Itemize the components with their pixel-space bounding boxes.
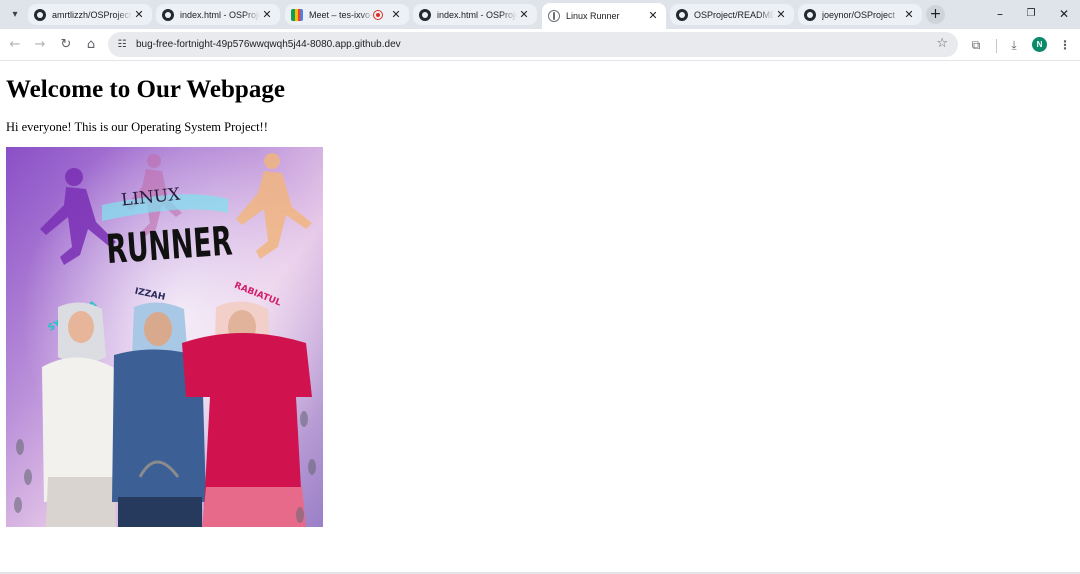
webpage-viewport: Welcome to Our Webpage Hi everyone! This… xyxy=(0,62,1080,573)
github-icon xyxy=(419,8,431,21)
extensions-puzzle-icon[interactable]: ⧉ xyxy=(967,36,985,54)
tab-index-html-2[interactable]: index.html - OSProje ✕ xyxy=(413,4,537,25)
globe-icon xyxy=(548,10,560,22)
close-icon[interactable]: ✕ xyxy=(517,8,531,22)
tab-title: index.html - OSProje xyxy=(437,9,517,20)
tab-title: joeynor/OSProject xyxy=(822,9,896,20)
address-bar[interactable]: ☷ bug-free-fortnight-49p576wwqwqh5j44-80… xyxy=(108,32,958,57)
window-close-icon[interactable]: ✕ xyxy=(1046,5,1080,23)
meet-icon xyxy=(291,8,303,21)
linux-runner-poster-image: LINUX RUNNER SYAZWINA IZZAH RABIATUL xyxy=(6,147,323,527)
home-icon[interactable]: ⌂ xyxy=(82,36,100,54)
close-icon[interactable]: ✕ xyxy=(260,8,274,22)
toolbar-divider xyxy=(996,39,997,53)
download-icon[interactable]: ⤓ xyxy=(1005,36,1023,54)
tab-joeynor-osproject[interactable]: joeynor/OSProject ✕ xyxy=(798,4,922,25)
address-url[interactable]: bug-free-fortnight-49p576wwqwqh5j44-8080… xyxy=(136,39,401,50)
tab-search-chevron-icon[interactable]: ▾ xyxy=(6,5,24,23)
site-info-tune-icon[interactable]: ☷ xyxy=(114,37,130,53)
tab-linux-runner[interactable]: Linux Runner ✕ xyxy=(542,3,666,29)
close-icon[interactable]: ✕ xyxy=(902,8,916,22)
github-icon xyxy=(162,8,174,21)
tab-index-html-1[interactable]: index.html - OSProje ✕ xyxy=(156,4,280,25)
tab-title: Meet – tes-ixvo- xyxy=(309,9,373,20)
github-icon xyxy=(676,8,688,21)
reload-icon[interactable]: ↻ xyxy=(57,36,75,54)
close-icon[interactable]: ✕ xyxy=(389,8,403,22)
forward-arrow-icon[interactable]: → xyxy=(31,36,49,54)
tab-title: amrtlizzh/OSProject xyxy=(52,9,132,20)
close-icon[interactable]: ✕ xyxy=(132,8,146,22)
bookmark-star-icon[interactable]: ☆ xyxy=(936,36,948,51)
back-arrow-icon[interactable]: ← xyxy=(6,36,24,54)
github-icon xyxy=(34,8,46,21)
recording-icon xyxy=(373,9,383,20)
page-heading: Welcome to Our Webpage xyxy=(6,76,285,103)
new-tab-plus-icon[interactable]: + xyxy=(926,5,945,24)
restore-icon[interactable]: ❐ xyxy=(1013,5,1049,23)
profile-avatar[interactable]: N xyxy=(1032,37,1047,52)
tab-amrtlizzh-osproject[interactable]: amrtlizzh/OSProject ✕ xyxy=(28,4,152,25)
menu-kebab-icon[interactable]: ⋮ xyxy=(1056,36,1074,54)
close-icon[interactable]: ✕ xyxy=(774,8,788,22)
close-icon[interactable]: ✕ xyxy=(646,9,660,23)
tab-title: index.html - OSProje xyxy=(180,9,260,20)
tab-title: OSProject/README. xyxy=(694,9,774,20)
tab-title: Linux Runner xyxy=(566,11,620,21)
intro-paragraph: Hi everyone! This is our Operating Syste… xyxy=(6,120,268,134)
poster-title-big: RUNNER xyxy=(105,218,234,273)
tab-osproject-readme[interactable]: OSProject/README. ✕ xyxy=(670,4,794,25)
github-icon xyxy=(804,8,816,21)
tab-strip: ▾ amrtlizzh/OSProject ✕ index.html - OSP… xyxy=(0,0,1080,29)
browser-toolbar: ← → ↻ ⌂ ☷ bug-free-fortnight-49p576wwqwq… xyxy=(0,29,1080,61)
tab-meet[interactable]: Meet – tes-ixvo- ✕ xyxy=(285,4,409,25)
